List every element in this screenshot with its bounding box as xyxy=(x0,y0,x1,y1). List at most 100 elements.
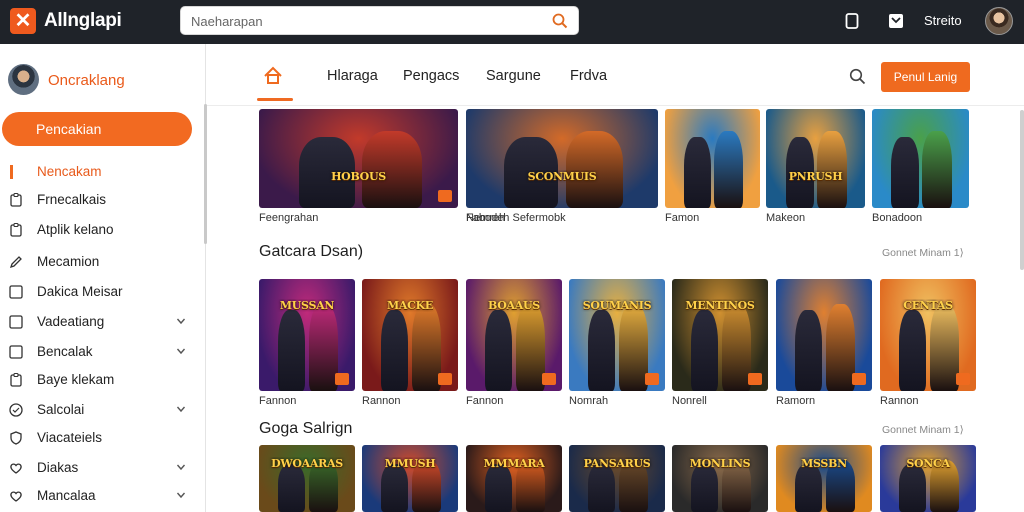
game-title: PNRUSH xyxy=(788,170,843,184)
sidebar-item-12[interactable]: Mancalaa xyxy=(0,484,200,508)
chevron-down-icon[interactable] xyxy=(176,316,186,326)
game-card[interactable] xyxy=(872,109,969,208)
game-cover-image xyxy=(569,445,665,512)
character-figure xyxy=(381,310,409,391)
character-figure xyxy=(691,463,719,512)
game-card[interactable]: PNRUSH xyxy=(766,109,865,208)
game-caption[interactable]: Famon xyxy=(665,212,699,224)
badge-icon xyxy=(438,190,452,202)
bookmark-icon[interactable] xyxy=(843,12,861,30)
game-caption[interactable]: Nomrah xyxy=(569,395,608,407)
tab-1[interactable]: Hlaraga xyxy=(327,68,378,84)
primary-button[interactable]: Pencakian xyxy=(2,112,192,146)
game-card[interactable]: MMMARA xyxy=(466,445,562,512)
cta-button[interactable]: Penul Lanig xyxy=(881,62,970,92)
sidebar-item-4[interactable]: Mecamion xyxy=(0,250,200,274)
game-card[interactable]: MUSSAN xyxy=(259,279,355,391)
sidebar-item-label: Mecamion xyxy=(37,254,100,269)
game-card[interactable]: SCONMUIS xyxy=(466,109,658,208)
game-caption[interactable]: Rannon xyxy=(880,395,919,407)
game-caption[interactable]: Fannon xyxy=(259,395,296,407)
game-caption[interactable]: Rannon xyxy=(362,395,401,407)
profile-avatar[interactable] xyxy=(8,64,39,95)
search-input[interactable] xyxy=(191,12,541,30)
game-cover-image xyxy=(766,109,865,208)
user-name[interactable]: Streito xyxy=(924,13,962,28)
game-card[interactable]: MONLINS xyxy=(672,445,768,512)
chevron-down-icon[interactable] xyxy=(176,404,186,414)
see-more-link[interactable]: Gonnet Minam 1⟩ xyxy=(882,247,964,259)
heart-icon xyxy=(10,463,22,474)
chevron-down-icon[interactable] xyxy=(176,490,186,500)
game-caption[interactable]: Fannon xyxy=(466,395,503,407)
profile-name[interactable]: Oncraklang xyxy=(48,72,125,89)
search-icon[interactable] xyxy=(849,68,866,85)
character-figure xyxy=(362,130,423,208)
chevron-down-icon[interactable] xyxy=(176,462,186,472)
game-cover-image xyxy=(362,445,458,512)
see-more-link[interactable]: Gonnet Minam 1⟩ xyxy=(882,424,964,436)
character-figure xyxy=(485,310,513,391)
game-card[interactable]: DWOAARAS xyxy=(259,445,355,512)
sidebar-item-3[interactable]: Atplik kelano xyxy=(0,218,200,242)
clipboard-icon xyxy=(10,222,22,237)
sidebar-item-1[interactable]: Nencakam xyxy=(0,160,200,184)
home-icon[interactable] xyxy=(262,64,284,86)
character-figure xyxy=(795,310,823,391)
game-card[interactable]: MSSBN xyxy=(776,445,872,512)
close-icon[interactable]: ✕ xyxy=(10,8,36,34)
game-caption[interactable]: Makeon xyxy=(766,212,805,224)
message-icon[interactable] xyxy=(887,12,905,30)
game-title: MSSBN xyxy=(801,457,847,471)
sidebar-scrollbar[interactable] xyxy=(204,104,207,244)
game-cover-image xyxy=(672,445,768,512)
tab-3[interactable]: Sargune xyxy=(486,68,541,84)
game-card[interactable]: SONCA xyxy=(880,445,976,512)
search-box[interactable] xyxy=(180,6,579,35)
game-card[interactable]: BOAAUS xyxy=(466,279,562,391)
sidebar-item-label: Bencalak xyxy=(37,344,93,359)
game-card[interactable]: MACKE xyxy=(362,279,458,391)
game-title: DWOAARAS xyxy=(271,457,343,471)
game-caption[interactable]: Bonadoon xyxy=(872,212,922,224)
sidebar-item-2[interactable]: Frnecalkais xyxy=(0,188,200,212)
sidebar-item-11[interactable]: Diakas xyxy=(0,456,200,480)
game-caption[interactable]: Fabodeh Sefermobk xyxy=(466,212,566,224)
sidebar-item-label: Nencakam xyxy=(37,164,102,179)
chevron-down-icon[interactable] xyxy=(176,346,186,356)
game-caption[interactable]: Nonrell xyxy=(672,395,707,407)
game-card[interactable]: SOUMANIS xyxy=(569,279,665,391)
game-caption[interactable]: Ramorn xyxy=(776,395,815,407)
main-scrollbar[interactable] xyxy=(1020,110,1024,270)
sidebar-item-5[interactable]: Dakica Meisar xyxy=(0,280,200,304)
character-figure xyxy=(684,136,711,208)
sidebar-item-label: Atplik kelano xyxy=(37,222,114,237)
game-title: SONCA xyxy=(906,457,950,471)
shield-icon xyxy=(10,431,22,445)
sidebar-item-7[interactable]: Bencalak xyxy=(0,340,200,364)
sidebar-item-10[interactable]: Viacateiels xyxy=(0,426,200,450)
tab-2[interactable]: Pengacs xyxy=(403,68,459,84)
sidebar-item-label: Frnecalkais xyxy=(37,192,107,207)
game-caption[interactable]: Feengrahan xyxy=(259,212,318,224)
game-cover-image xyxy=(776,445,872,512)
game-card[interactable] xyxy=(665,109,760,208)
character-figure xyxy=(929,303,959,391)
game-card[interactable]: CENTAS xyxy=(880,279,976,391)
avatar[interactable] xyxy=(985,7,1013,35)
sidebar-item-8[interactable]: Baye klekam xyxy=(0,368,200,392)
sidebar-item-6[interactable]: Vadeatiang xyxy=(0,310,200,334)
game-card[interactable]: MENTINOS xyxy=(672,279,768,391)
game-card[interactable]: MMUSH xyxy=(362,445,458,512)
character-figure xyxy=(565,130,624,208)
search-icon[interactable] xyxy=(552,13,568,29)
top-bar: ✕ Allnglapi Streito xyxy=(0,0,1024,44)
game-card[interactable]: PANSARUS xyxy=(569,445,665,512)
game-card[interactable] xyxy=(776,279,872,391)
game-card[interactable]: HOBOUS xyxy=(259,109,458,208)
sidebar-item-9[interactable]: Salcolai xyxy=(0,398,200,422)
game-title: CENTAS xyxy=(903,299,953,313)
character-figure xyxy=(278,463,306,512)
section-title: Gatcara Dsan) xyxy=(259,243,364,260)
tab-4[interactable]: Frdva xyxy=(570,68,607,84)
